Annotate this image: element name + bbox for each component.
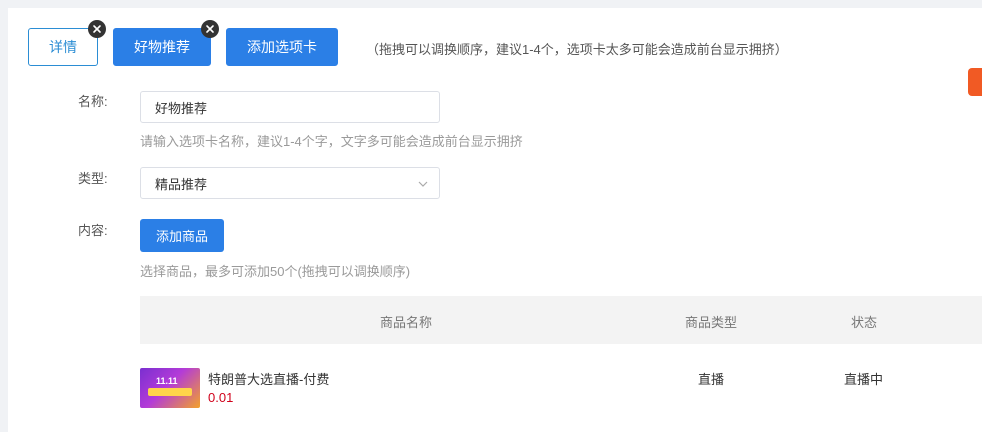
name-input[interactable]: 好物推荐 [140, 91, 440, 123]
side-widget-icon[interactable] [968, 68, 982, 96]
content-hint: 选择商品，最多可添加50个(拖拽可以调换顺序) [140, 264, 411, 279]
add-tab-label: 添加选项卡 [247, 39, 317, 55]
product-price: 0.01 [208, 390, 234, 405]
add-product-button[interactable]: 添加商品 [140, 219, 224, 252]
tab-recommend[interactable]: 好物推荐 [113, 20, 219, 66]
column-header-name: 商品名称 [380, 315, 433, 330]
tab-order-hint: （拖拽可以调换顺序，建议1-4个，选项卡太多可能会造成前台显示拥挤） [366, 42, 788, 57]
table-row[interactable]: 11.11 特朗普大选直播-付费 0.01 直播 直播中 [140, 362, 982, 412]
product-status: 直播中 [844, 372, 884, 387]
name-input-value: 好物推荐 [155, 100, 208, 116]
content-label: 内容: [78, 223, 108, 238]
name-hint: 请输入选项卡名称，建议1-4个字，文字多可能会造成前台显示拥挤 [140, 134, 523, 149]
thumbnail-text: 11.11 [156, 376, 178, 386]
table-header: 商品名称 商品类型 状态 [140, 296, 982, 344]
name-label: 名称: [78, 94, 108, 109]
product-name: 特朗普大选直播-付费 [208, 372, 330, 387]
column-header-status: 状态 [851, 315, 878, 330]
type-select[interactable]: 精品推荐 [140, 167, 440, 199]
tab-editor-panel: 详情 好物推荐 添加选项卡 （拖拽可以调换顺序，建议1-4个，选项卡太多可能会造… [8, 8, 982, 432]
type-select-value: 精品推荐 [155, 176, 208, 192]
column-header-type: 商品类型 [685, 315, 738, 330]
type-label: 类型: [78, 171, 108, 186]
close-icon[interactable] [201, 20, 219, 38]
close-icon[interactable] [88, 20, 106, 38]
add-tab-button[interactable]: 添加选项卡 [226, 28, 338, 66]
chevron-down-icon [417, 178, 429, 193]
tab-label: 好物推荐 [134, 39, 190, 55]
thumbnail-banner [148, 388, 192, 396]
product-type: 直播 [698, 372, 725, 387]
product-thumbnail: 11.11 [140, 368, 200, 408]
tab-details[interactable]: 详情 [28, 20, 106, 66]
tab-label: 详情 [49, 39, 77, 55]
